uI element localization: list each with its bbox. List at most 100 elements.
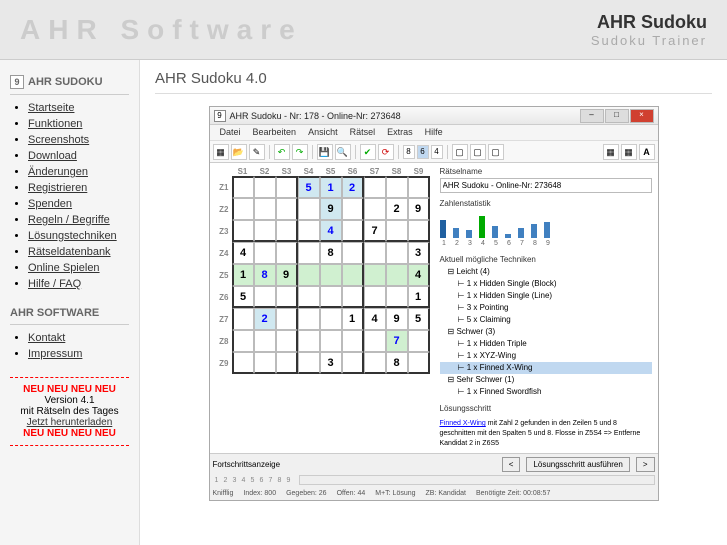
sudoku-cell[interactable]: 2 <box>386 198 408 220</box>
tree-technique[interactable]: ⊢ 1 x Finned X-Wing <box>440 362 652 374</box>
sudoku-cell[interactable]: 3 <box>408 242 430 264</box>
tree-technique[interactable]: ⊢ 1 x Hidden Triple <box>440 338 652 350</box>
sudoku-cell[interactable]: 4 <box>320 220 342 242</box>
sudoku-grid[interactable]: Z1512Z2929Z347Z4483Z51894Z651Z721495Z87Z… <box>214 176 430 374</box>
minimize-button[interactable]: – <box>580 109 604 123</box>
sudoku-cell[interactable] <box>364 286 386 308</box>
sudoku-cell[interactable] <box>386 220 408 242</box>
sudoku-cell[interactable] <box>276 176 298 198</box>
nav-link[interactable]: Startseite <box>28 102 74 114</box>
sudoku-cell[interactable] <box>232 198 254 220</box>
sudoku-cell[interactable] <box>386 286 408 308</box>
sudoku-cell[interactable] <box>298 242 320 264</box>
sudoku-cell[interactable] <box>342 352 364 374</box>
sudoku-cell[interactable] <box>320 330 342 352</box>
sudoku-cell[interactable] <box>408 352 430 374</box>
sudoku-cell[interactable]: 9 <box>320 198 342 220</box>
nav-link[interactable]: Funktionen <box>28 118 82 130</box>
sudoku-cell[interactable]: 5 <box>232 286 254 308</box>
sudoku-cell[interactable] <box>254 242 276 264</box>
sudoku-cell[interactable]: 3 <box>320 352 342 374</box>
undo-icon[interactable]: ↶ <box>274 144 290 160</box>
sudoku-cell[interactable] <box>298 264 320 286</box>
nav-link[interactable]: Rätseldatenbank <box>28 246 111 258</box>
sudoku-cell[interactable] <box>276 242 298 264</box>
sudoku-cell[interactable] <box>342 242 364 264</box>
sudoku-cell[interactable] <box>232 220 254 242</box>
tree-technique[interactable]: ⊢ 1 x XYZ-Wing <box>440 350 652 362</box>
sudoku-cell[interactable]: 4 <box>364 308 386 330</box>
highlight-icon[interactable]: ▦ <box>603 144 619 160</box>
save-icon[interactable]: 💾 <box>317 144 333 160</box>
nav-link[interactable]: Impressum <box>28 348 82 360</box>
sudoku-cell[interactable] <box>254 220 276 242</box>
sudoku-cell[interactable] <box>386 242 408 264</box>
sudoku-cell[interactable] <box>408 220 430 242</box>
bold-icon[interactable]: A <box>639 144 655 160</box>
sudoku-cell[interactable] <box>342 264 364 286</box>
sudoku-cell[interactable] <box>386 176 408 198</box>
menu-item[interactable]: Datei <box>214 125 247 140</box>
mode-6[interactable]: 6 <box>417 145 429 159</box>
sudoku-cell[interactable] <box>298 198 320 220</box>
edit-icon[interactable]: ✎ <box>249 144 265 160</box>
sudoku-cell[interactable]: 2 <box>342 176 364 198</box>
sudoku-cell[interactable] <box>254 286 276 308</box>
nav-link[interactable]: Regeln / Begriffe <box>28 214 110 226</box>
sudoku-cell[interactable] <box>320 264 342 286</box>
sudoku-cell[interactable] <box>232 330 254 352</box>
sudoku-cell[interactable] <box>342 286 364 308</box>
sudoku-cell[interactable]: 1 <box>232 264 254 286</box>
sudoku-cell[interactable]: 1 <box>320 176 342 198</box>
promo-download-link[interactable]: Jetzt herunterladen <box>27 417 113 428</box>
menu-item[interactable]: Bearbeiten <box>247 125 303 140</box>
nav-link[interactable]: Screenshots <box>28 134 89 146</box>
menu-item[interactable]: Extras <box>381 125 419 140</box>
sudoku-cell[interactable] <box>298 220 320 242</box>
sudoku-cell[interactable] <box>342 220 364 242</box>
sudoku-cell[interactable] <box>298 308 320 330</box>
mode-4[interactable]: 4 <box>431 145 443 159</box>
sudoku-cell[interactable]: 1 <box>408 286 430 308</box>
redo-icon[interactable]: ↷ <box>292 144 308 160</box>
tree-schwer[interactable]: ⊟ Schwer (3) <box>440 326 652 338</box>
search-icon[interactable]: 🔍 <box>335 144 351 160</box>
sudoku-cell[interactable] <box>276 352 298 374</box>
check-icon[interactable]: ✔ <box>360 144 376 160</box>
prev-step-button[interactable]: < <box>502 457 521 472</box>
sudoku-cell[interactable]: 2 <box>254 308 276 330</box>
reset-icon[interactable]: ⟳ <box>378 144 394 160</box>
sudoku-cell[interactable] <box>254 176 276 198</box>
nav-link[interactable]: Kontakt <box>28 332 65 344</box>
sudoku-cell[interactable] <box>254 198 276 220</box>
sudoku-cell[interactable]: 8 <box>320 242 342 264</box>
open-icon[interactable]: 📂 <box>231 144 247 160</box>
close-button[interactable]: × <box>630 109 654 123</box>
sudoku-cell[interactable] <box>298 352 320 374</box>
sudoku-cell[interactable]: 5 <box>408 308 430 330</box>
sudoku-cell[interactable] <box>408 176 430 198</box>
sudoku-cell[interactable] <box>276 220 298 242</box>
sudoku-cell[interactable] <box>232 352 254 374</box>
menu-item[interactable]: Ansicht <box>302 125 344 140</box>
nav-link[interactable]: Lösungstechniken <box>28 230 117 242</box>
tree-technique[interactable]: ⊢ 1 x Finned Swordfish <box>440 386 652 398</box>
mode-8[interactable]: 8 <box>403 145 415 159</box>
nav-link[interactable]: Download <box>28 150 77 162</box>
tree-leicht[interactable]: ⊟ Leicht (4) <box>440 266 652 278</box>
sudoku-cell[interactable] <box>364 198 386 220</box>
sudoku-cell[interactable] <box>298 330 320 352</box>
sudoku-cell[interactable]: 4 <box>408 264 430 286</box>
menu-item[interactable]: Hilfe <box>419 125 449 140</box>
techniques-tree[interactable]: ⊟ Leicht (4) ⊢ 1 x Hidden Single (Block)… <box>440 266 652 398</box>
sudoku-cell[interactable]: 7 <box>364 220 386 242</box>
execute-step-button[interactable]: Lösungsschritt ausführen <box>526 457 629 472</box>
sudoku-cell[interactable] <box>254 330 276 352</box>
box-icon[interactable]: ▢ <box>452 144 468 160</box>
sudoku-cell[interactable]: 8 <box>386 352 408 374</box>
nav-link[interactable]: Registrieren <box>28 182 87 194</box>
hint-technique-link[interactable]: Finned X-Wing <box>440 420 486 427</box>
sudoku-cell[interactable]: 1 <box>342 308 364 330</box>
maximize-button[interactable]: □ <box>605 109 629 123</box>
sudoku-cell[interactable] <box>364 264 386 286</box>
